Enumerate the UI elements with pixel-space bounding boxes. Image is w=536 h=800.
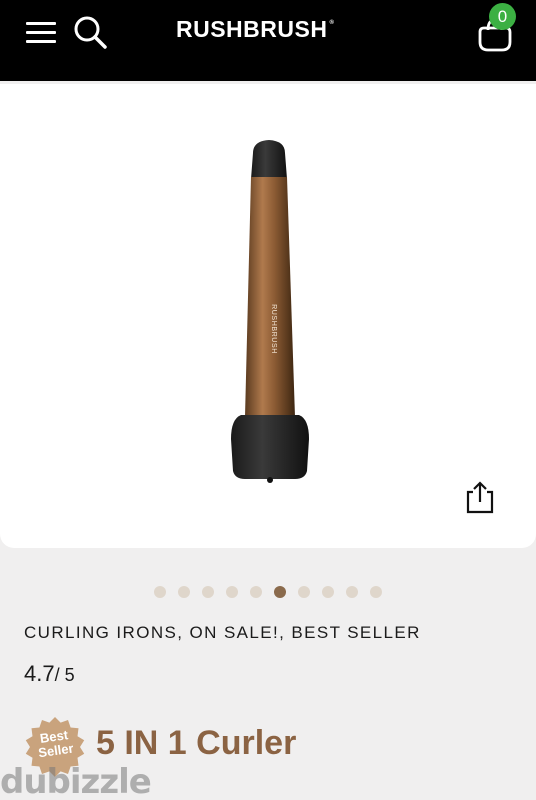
brand-name: RUSHBRUSH — [176, 16, 328, 42]
rating-max: / 5 — [54, 665, 75, 685]
search-icon[interactable] — [72, 14, 108, 50]
product-image-card[interactable]: RUSHBRUSH — [0, 84, 536, 548]
share-icon[interactable] — [464, 480, 496, 514]
menu-icon[interactable] — [26, 19, 58, 45]
carousel-dot[interactable] — [250, 586, 262, 598]
carousel-dot[interactable] — [226, 586, 238, 598]
svg-text:RUSHBRUSH: RUSHBRUSH — [270, 304, 277, 354]
carousel-dot[interactable] — [202, 586, 214, 598]
carousel-dot[interactable] — [154, 586, 166, 598]
carousel-dot[interactable] — [370, 586, 382, 598]
carousel-dot[interactable] — [322, 586, 334, 598]
curling-iron-image: RUSHBRUSH — [231, 140, 309, 483]
top-navigation-bar: RUSHBRUSH ® 0 — [0, 0, 536, 81]
product-title: 5 IN 1 Curler — [96, 724, 297, 762]
brand-logo[interactable]: RUSHBRUSH ® — [176, 16, 334, 43]
registered-mark: ® — [329, 20, 335, 26]
cart-count-badge: 0 — [489, 3, 516, 30]
dubizzle-watermark: dubizzle — [0, 762, 152, 800]
carousel-dot[interactable] — [346, 586, 358, 598]
product-rating: 4.7/ 5 — [24, 661, 75, 687]
carousel-dot[interactable] — [274, 586, 286, 598]
carousel-dot[interactable] — [178, 586, 190, 598]
rating-value: 4.7 — [24, 661, 55, 686]
product-tags[interactable]: CURLING IRONS, ON SALE!, BEST SELLER — [24, 623, 421, 643]
carousel-dot[interactable] — [298, 586, 310, 598]
